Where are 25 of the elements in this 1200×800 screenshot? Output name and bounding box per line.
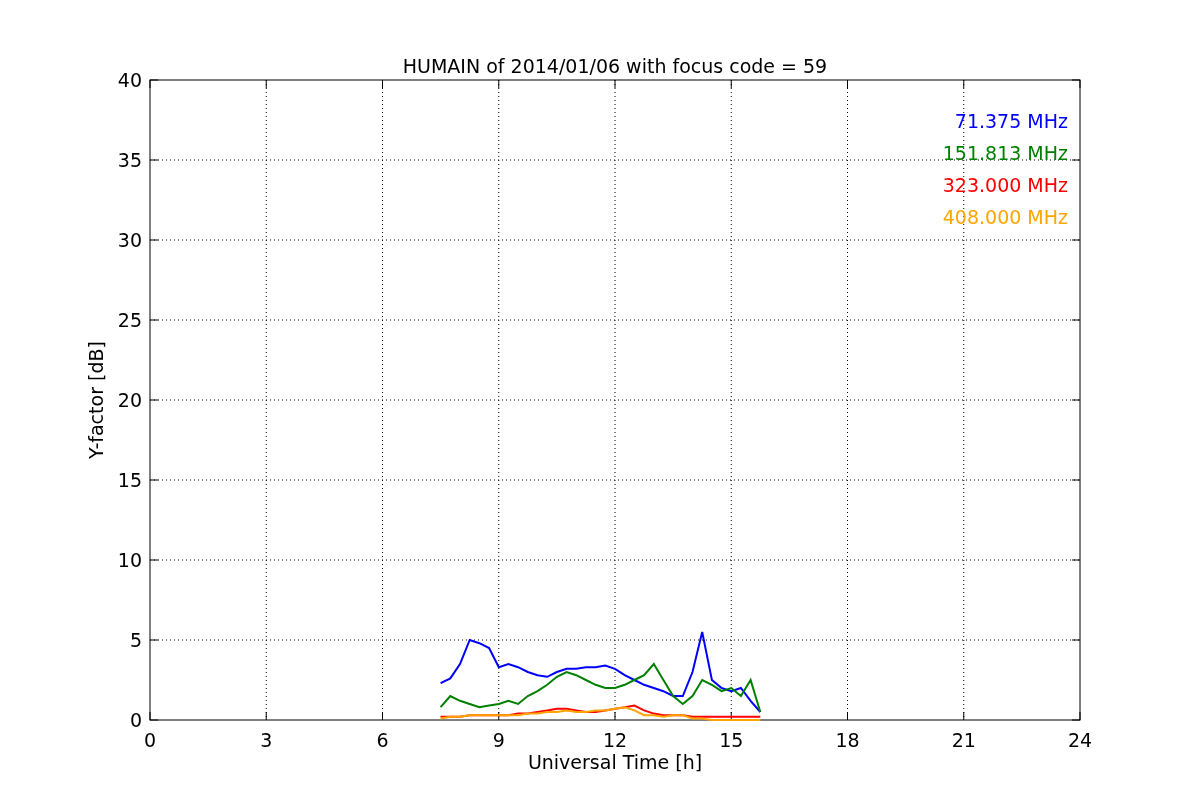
tick-label: 12 <box>602 729 628 751</box>
tick-label: 15 <box>719 729 744 751</box>
tick-label: 21 <box>951 729 976 751</box>
chart-title: HUMAIN of 2014/01/06 with focus code = 59 <box>402 55 828 77</box>
tick-label: 25 <box>117 309 142 331</box>
tick-label: 30 <box>117 229 142 251</box>
tick-label: 10 <box>117 549 142 571</box>
legend-label: 71.375 MHz <box>954 110 1068 132</box>
tick-label: 0 <box>143 729 157 751</box>
tick-label: 9 <box>492 729 505 751</box>
tick-label: 15 <box>117 469 142 491</box>
tick-label: 35 <box>117 149 142 171</box>
legend-label: 408.000 MHz <box>942 206 1068 228</box>
tick-label: 0 <box>129 709 142 731</box>
axis-label: Y-factor [dB] <box>85 341 107 459</box>
tick-label: 18 <box>835 729 860 751</box>
tick-label: 20 <box>117 389 142 411</box>
tick-label: 24 <box>1067 729 1093 751</box>
tick-label: 40 <box>117 69 142 91</box>
legend-label: 323.000 MHz <box>942 174 1068 196</box>
tick-label: 3 <box>260 729 273 751</box>
legend-label: 151.813 MHz <box>942 142 1068 164</box>
axis-label: Universal Time [h] <box>527 751 703 773</box>
tick-label: 5 <box>129 629 142 651</box>
tick-label: 6 <box>376 729 389 751</box>
